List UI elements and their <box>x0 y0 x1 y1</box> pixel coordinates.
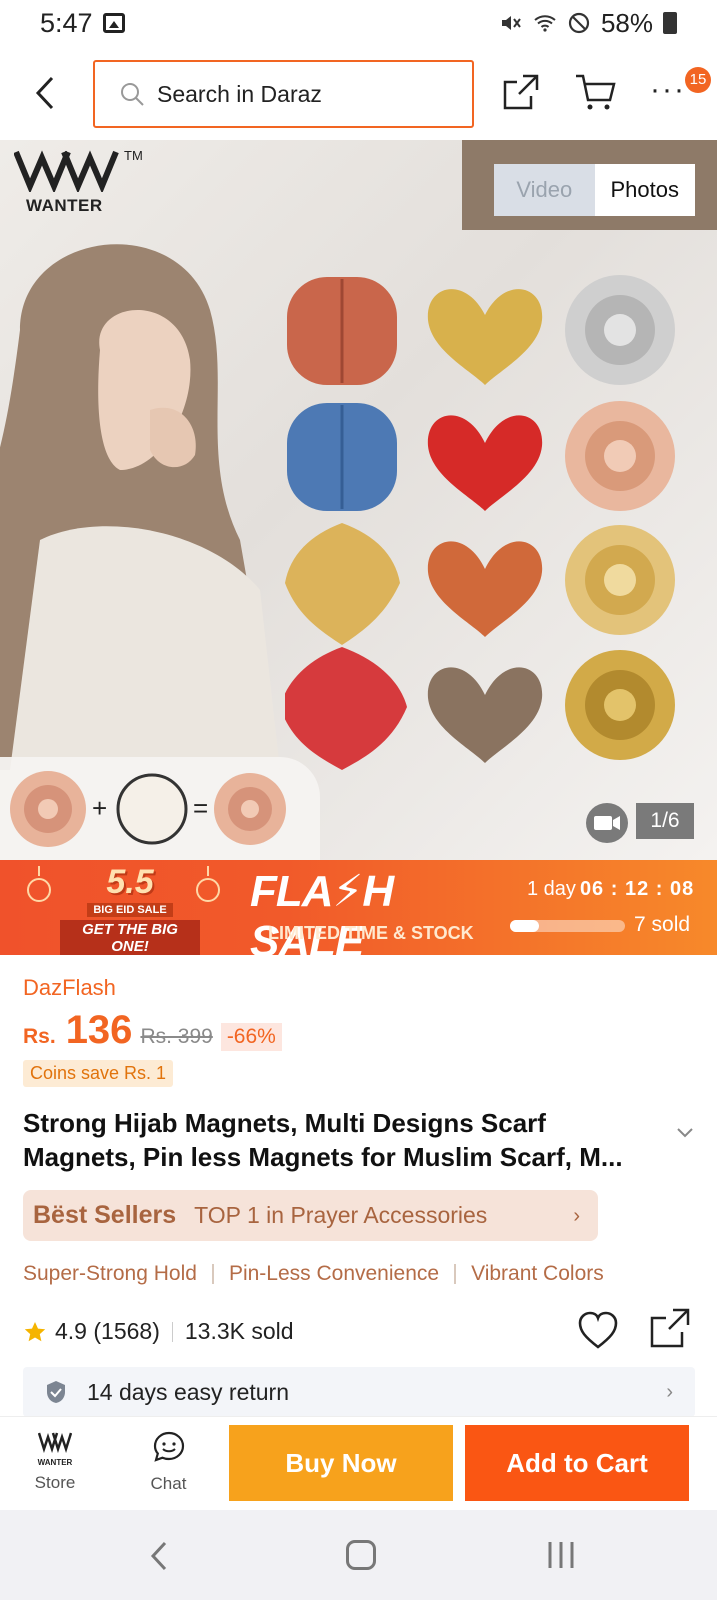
wifi-icon <box>534 15 556 32</box>
rating-row[interactable]: 4.9 (1568) 13.3K sold <box>23 1318 294 1345</box>
add-to-cart-button[interactable]: Add to Cart <box>465 1425 689 1501</box>
tab-video[interactable]: Video <box>494 164 595 216</box>
discount-badge: -66% <box>220 1023 282 1051</box>
store-logo-icon <box>37 1432 73 1454</box>
brand-tm: TM <box>124 148 143 163</box>
divider <box>454 1264 457 1284</box>
countdown-days: 1 day <box>527 878 576 900</box>
sold-count: 13.3K sold <box>184 1318 294 1344</box>
status-time: 5:47 <box>40 7 93 38</box>
chat-label: Chat <box>150 1474 187 1493</box>
star-icon <box>24 1321 46 1341</box>
mute-icon <box>501 16 521 30</box>
svg-text:=: = <box>193 793 208 823</box>
svg-text:+: + <box>92 793 107 823</box>
brand-logo-mark-icon <box>13 150 119 194</box>
product-model-image <box>0 244 280 770</box>
divider <box>211 1264 214 1284</box>
search-placeholder: Search in Daraz <box>157 80 322 107</box>
store-logo-text: WANTER <box>37 1458 73 1467</box>
do-not-disturb-icon <box>568 12 590 34</box>
shield-check-icon <box>47 1381 65 1403</box>
feature-tags: Super-Strong Hold Pin-Less Convenience V… <box>23 1262 604 1286</box>
back-icon[interactable] <box>30 73 64 113</box>
brand-logo: TM WANTER <box>13 148 143 218</box>
campaign-label: DazFlash <box>23 975 116 1000</box>
product-image-gallery[interactable]: TM WANTER Video Photos + = 1/6 <box>0 140 717 860</box>
status-right: 58% <box>499 8 677 39</box>
lantern-icon <box>27 866 51 902</box>
flash-sale-countdown: 1 day 06 : 12 : 08 <box>527 878 694 901</box>
coins-save-badge[interactable]: Coins save Rs. 1 <box>23 1060 174 1087</box>
chevron-right-icon: › <box>573 1205 580 1227</box>
chat-button[interactable]: Chat <box>136 1431 201 1501</box>
top-nav: Search in Daraz ··· 15 <box>0 55 717 135</box>
store-label: Store <box>34 1473 76 1492</box>
share-icon[interactable] <box>501 72 541 112</box>
more-menu-button[interactable]: ··· <box>650 75 690 115</box>
best-sellers-banner[interactable]: Bëst Sellers TOP 1 in Prayer Accessories… <box>23 1190 598 1241</box>
review-count: (1568) <box>93 1318 160 1344</box>
price-row: Rs. 136 Rs. 399 -66% <box>23 1008 282 1053</box>
system-home-icon[interactable] <box>346 1540 376 1570</box>
share-icon[interactable] <box>649 1307 691 1349</box>
buy-now-button[interactable]: Buy Now <box>229 1425 453 1501</box>
system-back-icon[interactable] <box>148 1540 170 1572</box>
flash-sale-banner[interactable]: 5.5 BIG EID SALE GET THE BIG ONE! FLA⚡H … <box>0 860 717 955</box>
heart-icon[interactable] <box>577 1311 619 1351</box>
system-recents-icon[interactable] <box>546 1540 576 1570</box>
magnet-combination-diagram: + = <box>0 757 320 860</box>
chat-icon <box>153 1431 184 1462</box>
system-navigation-bar <box>0 1510 717 1600</box>
best-sellers-text: TOP 1 in Prayer Accessories <box>194 1202 488 1228</box>
search-icon <box>121 83 144 106</box>
feature-tag: Pin-Less Convenience <box>228 1262 440 1285</box>
return-policy-text: 14 days easy return <box>87 1378 290 1405</box>
bottom-action-bar: WANTER Store Chat Buy Now Add to Cart <box>0 1416 717 1510</box>
rose-plus-plate-equals-icon: + = <box>10 771 286 847</box>
eid-sale-line1: BIG EID SALE <box>87 903 173 917</box>
battery-icon <box>663 12 677 34</box>
brand-name: WANTER <box>26 196 103 215</box>
rating-value: 4.9 <box>55 1318 87 1344</box>
status-bar: 5:47 58% <box>0 0 717 46</box>
notification-badge: 15 <box>685 67 711 93</box>
product-title[interactable]: Strong Hijab Magnets, Multi Designs Scar… <box>23 1106 663 1174</box>
current-price: 136 <box>65 1008 133 1052</box>
eid-sale-line2: GET THE BIG ONE! <box>60 920 200 955</box>
currency-label: Rs. <box>23 1025 56 1048</box>
chevron-right-icon: › <box>666 1381 673 1403</box>
best-sellers-label: Bëst Sellers <box>33 1201 177 1229</box>
image-page-indicator: 1/6 <box>636 803 694 839</box>
countdown-time: 06 : 12 : 08 <box>579 878 695 900</box>
tab-photos[interactable]: Photos <box>594 164 695 216</box>
divider <box>171 1321 173 1342</box>
search-input[interactable]: Search in Daraz <box>93 60 474 128</box>
return-policy-row[interactable]: 14 days easy return › <box>23 1367 695 1417</box>
flash-sold-count: 7 sold <box>634 913 691 936</box>
eid-sale-number: 5.5 <box>106 863 154 901</box>
magnet-variants-image <box>285 275 675 770</box>
store-button[interactable]: WANTER Store <box>20 1431 90 1501</box>
sold-progress-fill <box>510 920 539 932</box>
media-tab-switch: Video Photos <box>494 164 695 216</box>
flash-sale-subtitle: LIMITED TIME & STOCK <box>268 923 474 943</box>
video-camera-icon[interactable] <box>586 803 628 843</box>
original-price: Rs. 399 <box>140 1025 213 1048</box>
chevron-down-icon[interactable] <box>676 1127 694 1139</box>
media-tabs: Video Photos <box>462 140 717 230</box>
battery-percent: 58% <box>600 7 653 38</box>
eid-sale-badge: 5.5 BIG EID SALE GET THE BIG ONE! <box>60 863 200 955</box>
feature-tag: Super-Strong Hold <box>23 1262 197 1285</box>
gallery-notification-icon <box>102 13 125 33</box>
cart-icon[interactable] <box>574 72 616 112</box>
feature-tag: Vibrant Colors <box>471 1262 604 1285</box>
